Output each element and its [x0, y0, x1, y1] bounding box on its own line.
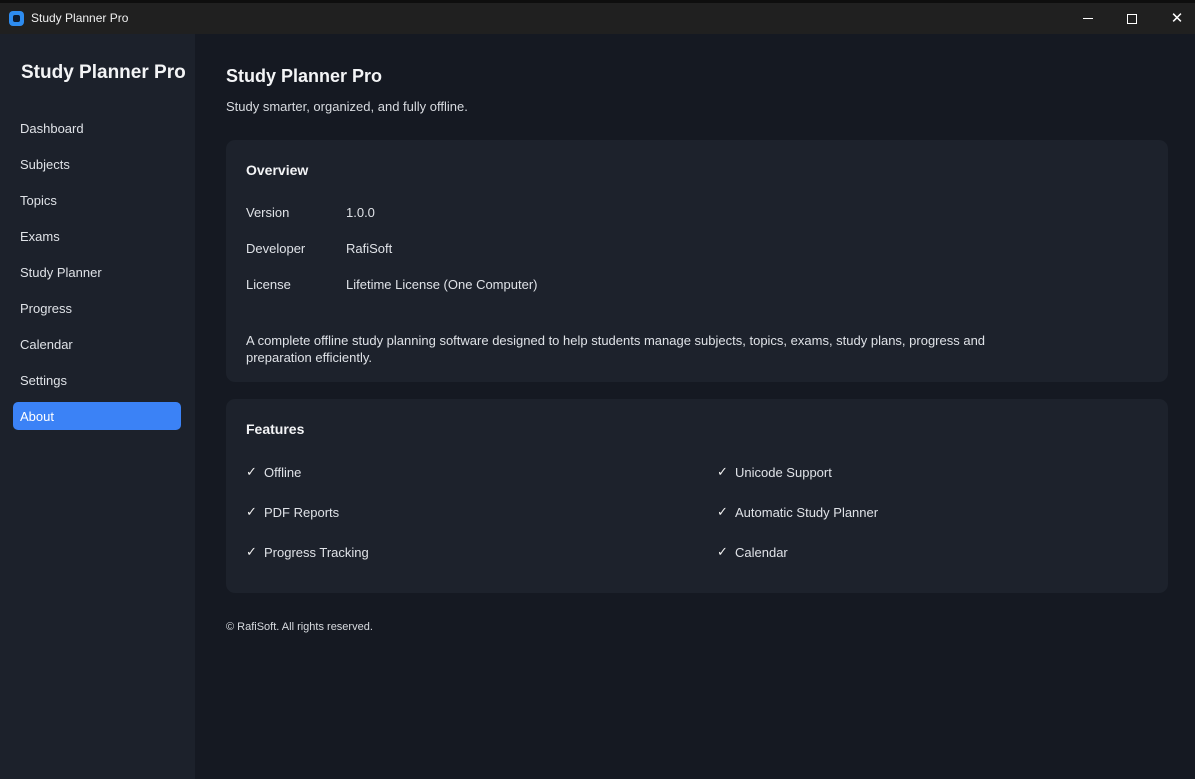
sidebar-item-label: Dashboard — [20, 120, 84, 136]
maximize-button[interactable] — [1109, 3, 1155, 34]
main-content: Study Planner Pro Study smarter, organiz… — [195, 34, 1195, 779]
feature-label: Automatic Study Planner — [735, 505, 879, 520]
check-icon: ✓ — [246, 505, 257, 520]
sidebar-brand: Study Planner Pro — [21, 62, 186, 83]
check-icon: ✓ — [717, 545, 728, 560]
license-value: Lifetime License (One Computer) — [346, 277, 538, 292]
feature-item: ✓ Unicode Support — [717, 465, 832, 480]
app-description: A complete offline study planning softwa… — [246, 333, 986, 365]
feature-label: Unicode Support — [735, 465, 832, 480]
feature-label: Calendar — [735, 545, 788, 560]
sidebar-item-progress[interactable]: Progress — [13, 294, 181, 322]
feature-label: PDF Reports — [264, 505, 340, 520]
feature-label: Progress Tracking — [264, 545, 369, 560]
features-title: Features — [246, 421, 305, 437]
check-icon: ✓ — [246, 465, 257, 480]
sidebar-item-label: Progress — [20, 300, 73, 316]
minimize-button[interactable] — [1065, 3, 1111, 34]
sidebar-item-topics[interactable]: Topics — [13, 186, 181, 214]
title-bar[interactable]: Study Planner Pro ✕ — [0, 0, 1195, 34]
sidebar-item-label: Settings — [20, 372, 67, 388]
close-icon: ✕ — [1170, 9, 1184, 27]
window-title: Study Planner Pro — [31, 11, 129, 25]
sidebar-item-settings[interactable]: Settings — [13, 366, 181, 394]
sidebar-item-label: About — [20, 408, 54, 424]
close-button[interactable]: ✕ — [1154, 3, 1195, 34]
feature-item: ✓ Offline — [246, 465, 301, 480]
page-subtitle: Study smarter, organized, and fully offl… — [226, 99, 468, 114]
overview-title: Overview — [246, 162, 309, 178]
feature-item: ✓ PDF Reports — [246, 505, 339, 520]
developer-value: RafiSoft — [346, 241, 393, 256]
sidebar-item-dashboard[interactable]: Dashboard — [13, 114, 181, 142]
overview-card: Overview Version 1.0.0 Developer RafiSof… — [226, 140, 1168, 382]
minimize-icon — [1083, 18, 1093, 19]
developer-label: Developer — [246, 241, 306, 256]
sidebar-item-label: Topics — [20, 192, 57, 208]
sidebar-item-label: Calendar — [20, 336, 73, 352]
sidebar-item-study-planner[interactable]: Study Planner — [13, 258, 181, 286]
feature-item: ✓ Calendar — [717, 545, 788, 560]
sidebar-item-exams[interactable]: Exams — [13, 222, 181, 250]
sidebar-item-subjects[interactable]: Subjects — [13, 150, 181, 178]
check-icon: ✓ — [717, 465, 728, 480]
page-title: Study Planner Pro — [226, 66, 383, 86]
feature-item: ✓ Automatic Study Planner — [717, 505, 878, 520]
sidebar-item-about[interactable]: About — [13, 402, 181, 430]
feature-item: ✓ Progress Tracking — [246, 545, 369, 560]
sidebar: Study Planner Pro Dashboard Subjects Top… — [0, 34, 195, 779]
maximize-icon — [1127, 13, 1137, 24]
check-icon: ✓ — [246, 545, 257, 560]
footer-copyright: © RafiSoft. All rights reserved. — [226, 621, 373, 633]
sidebar-item-label: Study Planner — [20, 264, 102, 280]
app-window: Study Planner Pro ✕ Study Planner Pro Da… — [0, 0, 1195, 779]
sidebar-item-label: Subjects — [20, 156, 70, 172]
version-label: Version — [246, 205, 290, 220]
sidebar-item-calendar[interactable]: Calendar — [13, 330, 181, 358]
check-icon: ✓ — [717, 505, 728, 520]
version-value: 1.0.0 — [346, 205, 375, 220]
sidebar-item-label: Exams — [20, 228, 60, 244]
license-label: License — [246, 277, 291, 292]
features-card: Features ✓ Offline ✓ Unicode Support ✓ P… — [226, 399, 1168, 593]
app-logo-icon — [9, 11, 24, 26]
feature-label: Offline — [264, 465, 302, 480]
